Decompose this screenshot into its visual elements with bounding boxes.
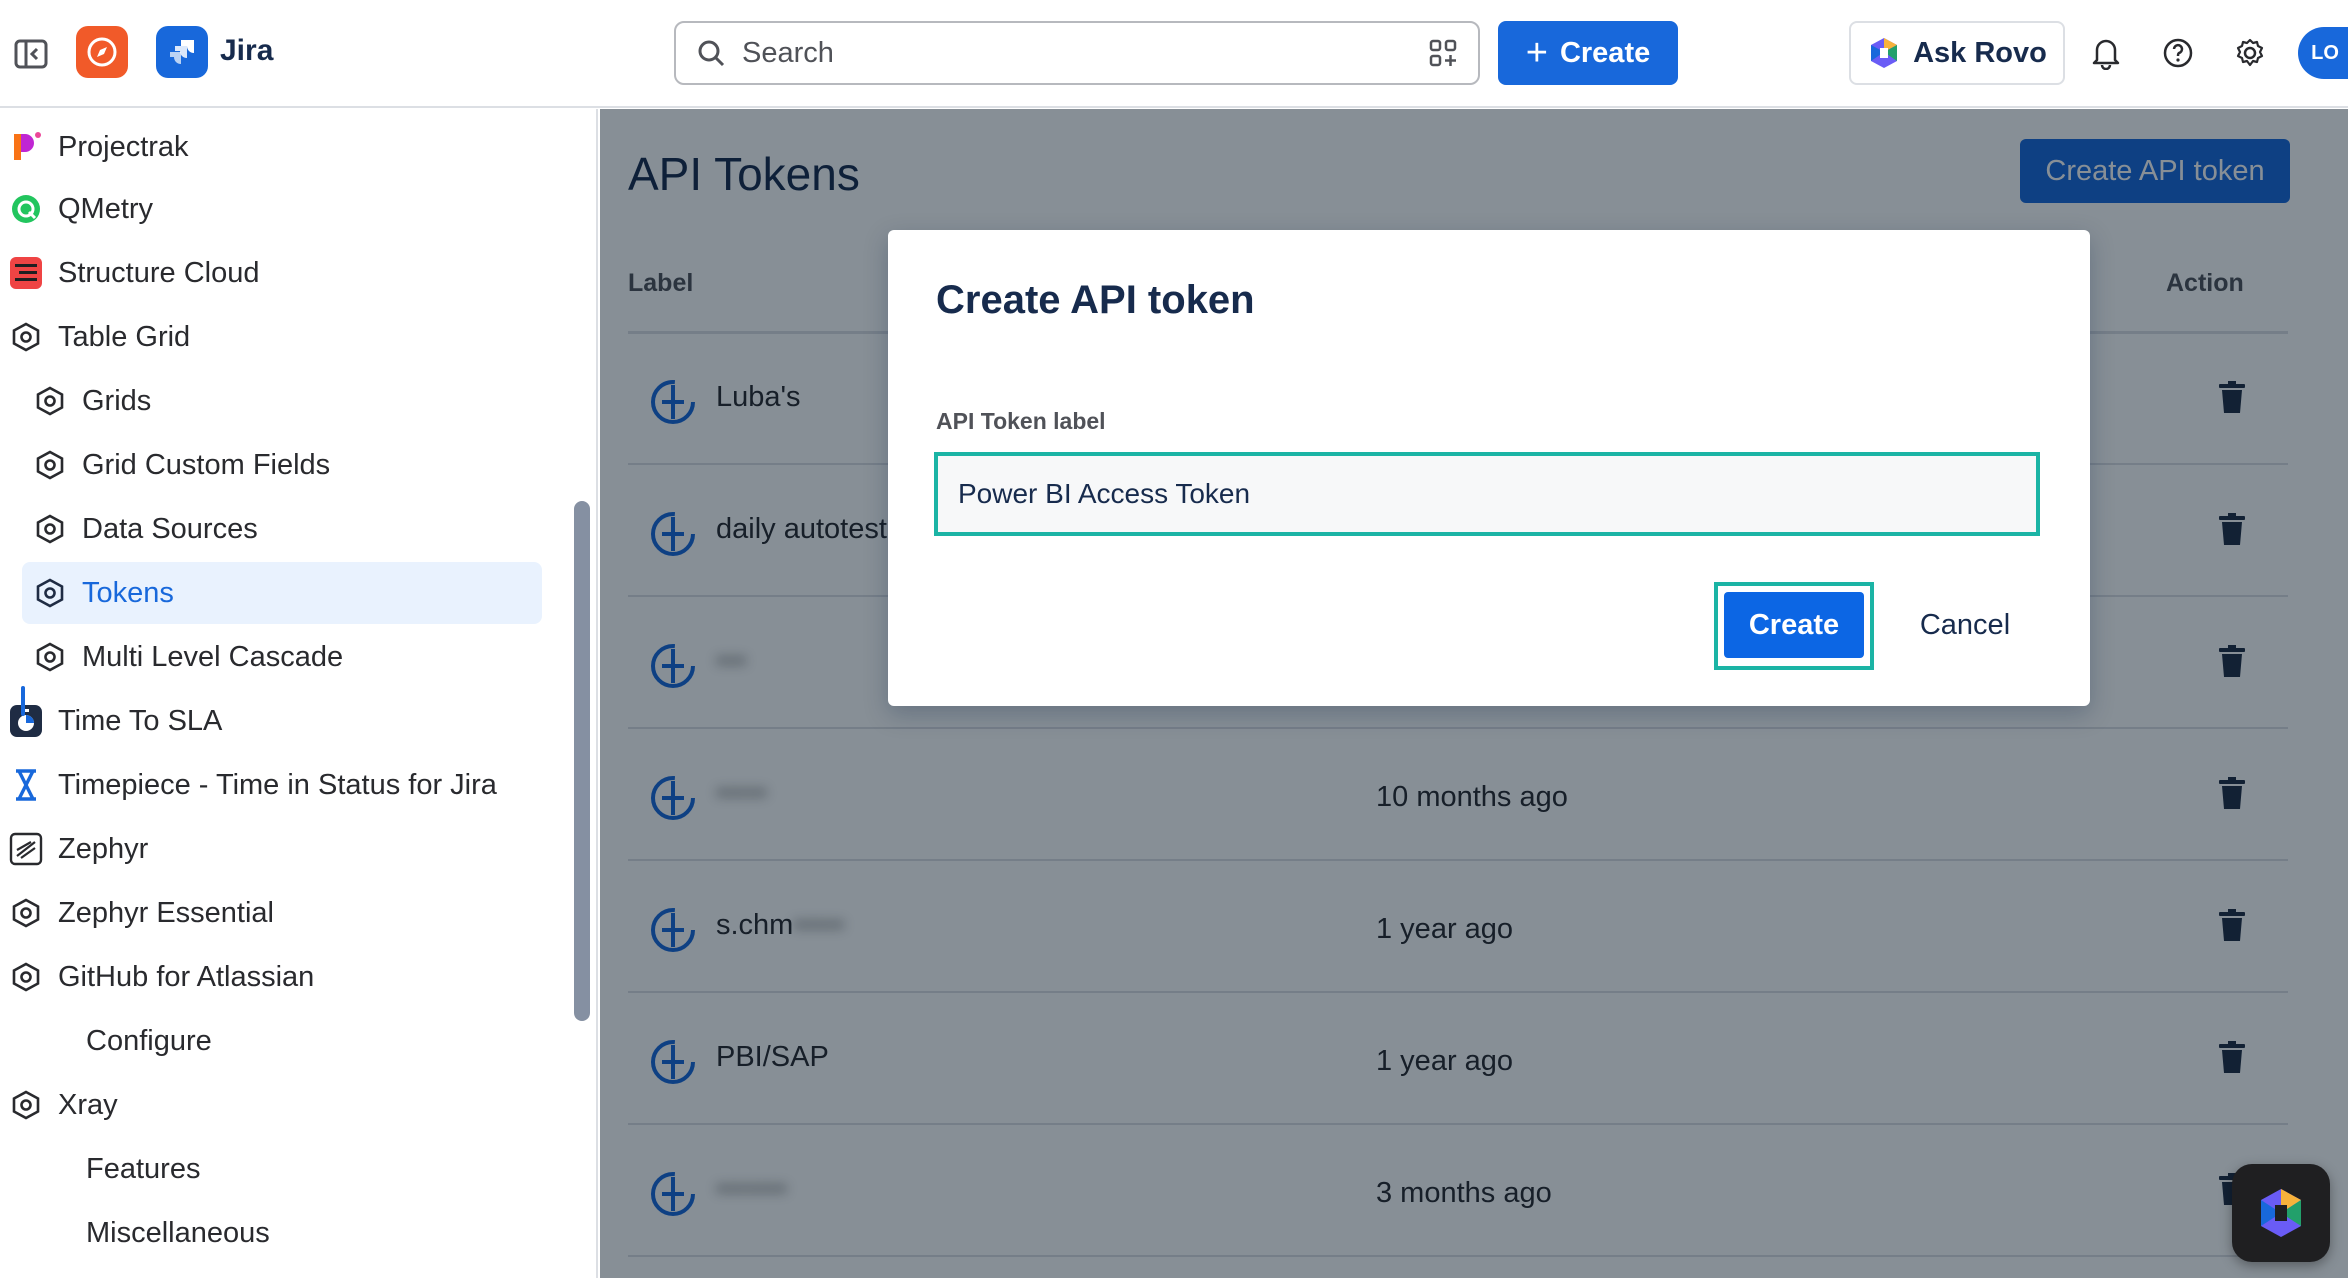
search-icon [694,36,728,70]
create-button[interactable]: + Create [1498,21,1678,85]
structure-icon [8,255,44,291]
sidebar-item-projectrak[interactable]: Projectrak [8,116,189,178]
dialog-cancel-button[interactable]: Cancel [1900,592,2030,658]
top-navigation: Jira Search + Create Ask Rovo LO [0,0,2348,108]
sidebar-item-multi-level-cascade[interactable]: Multi Level Cascade [32,626,343,688]
create-api-token-dialog: Create API token API Token label Power B… [888,230,2090,706]
ask-rovo-label: Ask Rovo [1913,36,2047,69]
hexagon-icon [32,575,68,611]
dialog-title: Create API token [936,278,1255,322]
hexagon-icon [8,319,44,355]
zephyr-icon [8,831,44,867]
sidebar-item-github-for-atlassian[interactable]: GitHub for Atlassian [8,946,314,1008]
sidebar-item-label: Multi Level Cascade [82,640,344,673]
sidebar-item-label: QMetry [58,192,154,225]
qmetry-icon [8,191,44,227]
token-label-input-value: Power BI Access Token [958,478,1251,509]
sidebar-item-label: Grids [82,384,152,417]
app-name[interactable]: Jira [220,34,273,68]
hexagon-icon [32,511,68,547]
sidebar: Projectrak QMetry Structure Cloud Table … [0,109,598,1278]
projectrak-icon [8,129,44,165]
active-item-indicator [21,686,25,716]
settings-gear-icon[interactable] [2224,27,2276,79]
hexagon-icon [8,895,44,931]
search-placeholder: Search [742,36,834,69]
sidebar-item-label: Miscellaneous [86,1216,270,1249]
sidebar-item-tokens[interactable]: Tokens [22,562,542,624]
hexagon-icon [32,383,68,419]
sidebar-item-qmetry[interactable]: QMetry [8,178,153,240]
sidebar-item-label: Projectrak [58,130,189,163]
sidebar-item-label: Configure [86,1024,212,1057]
create-button-label: Create [1559,36,1651,69]
token-label-field-label: API Token label [936,408,1106,434]
sidebar-item-label: Structure Cloud [58,256,260,289]
sidebar-item-label: Timepiece - Time in Status for Jira [58,768,497,801]
sidebar-item-grids[interactable]: Grids [32,370,151,432]
sidebar-item-configure[interactable]: Configure [86,1010,212,1072]
sidebar-item-label: Features [86,1152,201,1185]
sidebar-item-grid-custom-fields[interactable]: Grid Custom Fields [32,434,330,496]
sidebar-item-label: Data Sources [82,512,258,545]
sidebar-item-zephyr-essential[interactable]: Zephyr Essential [8,882,274,944]
sidebar-item-zephyr[interactable]: Zephyr [8,818,148,880]
plus-icon: + [1525,32,1548,74]
sidebar-item-label: Time To SLA [58,704,223,737]
app-switcher-icon[interactable] [76,26,128,78]
hourglass-icon [8,767,44,803]
sidebar-item-label: Grid Custom Fields [82,448,331,481]
sidebar-item-label: Zephyr Essential [58,896,274,929]
search-input[interactable]: Search [674,21,1480,85]
sidebar-item-time-to-sla[interactable]: Time To SLA [8,690,222,752]
sidebar-item-label: Tokens [82,576,174,609]
hexagon-icon [8,1087,44,1123]
rovo-icon [2261,1189,2301,1237]
rovo-chat-button[interactable] [2232,1164,2330,1262]
sidebar-item-structure-cloud[interactable]: Structure Cloud [8,242,260,304]
ask-rovo-button[interactable]: Ask Rovo [1849,21,2065,85]
sidebar-item-features[interactable]: Features [86,1138,200,1200]
notifications-bell-icon[interactable] [2080,27,2132,79]
sidebar-item-label: Xray [58,1088,118,1121]
sidebar-item-label: Zephyr [58,832,149,865]
sidebar-scrollbar[interactable] [574,501,590,1021]
help-icon[interactable] [2152,27,2204,79]
sidebar-item-label: Table Grid [58,320,191,353]
sidebar-item-data-sources[interactable]: Data Sources [32,498,258,560]
sidebar-item-miscellaneous[interactable]: Miscellaneous [86,1202,270,1264]
sidebar-item-table-grid[interactable]: Table Grid [8,306,190,368]
apps-grid-icon[interactable] [1426,36,1460,70]
hexagon-icon [32,639,68,675]
hexagon-icon [32,447,68,483]
time-to-sla-icon [8,703,44,739]
dialog-create-button[interactable]: Create [1724,592,1864,658]
token-label-input[interactable]: Power BI Access Token [934,452,2040,536]
rovo-icon [1871,38,1898,68]
sidebar-item-label: GitHub for Atlassian [58,960,315,993]
user-avatar[interactable]: LO [2298,27,2348,79]
sidebar-item-xray[interactable]: Xray [8,1074,118,1136]
sidebar-item-timepiece[interactable]: Timepiece - Time in Status for Jira [8,754,497,816]
jira-logo-icon[interactable] [156,26,208,78]
hexagon-icon [8,959,44,995]
sidebar-toggle-icon[interactable] [8,31,54,77]
